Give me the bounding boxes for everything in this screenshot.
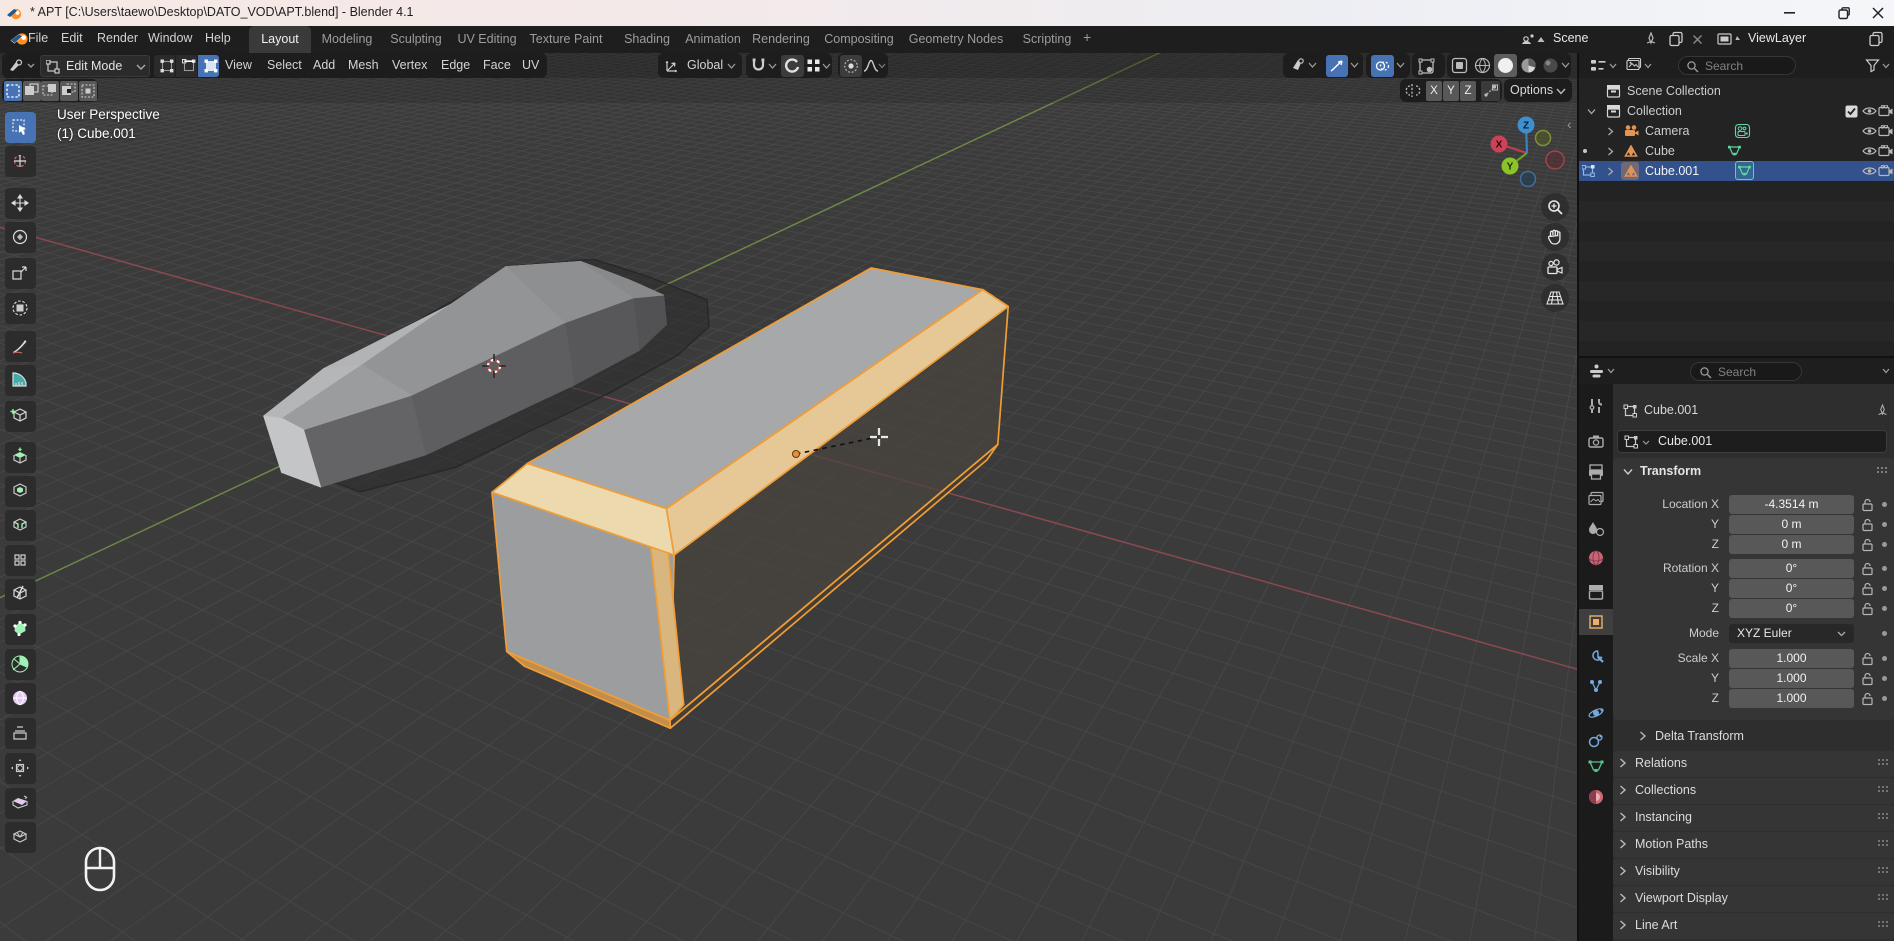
svg-text:Z: Z bbox=[1523, 121, 1529, 132]
svg-text:Y: Y bbox=[1507, 162, 1514, 173]
svg-text:X: X bbox=[1496, 140, 1503, 151]
